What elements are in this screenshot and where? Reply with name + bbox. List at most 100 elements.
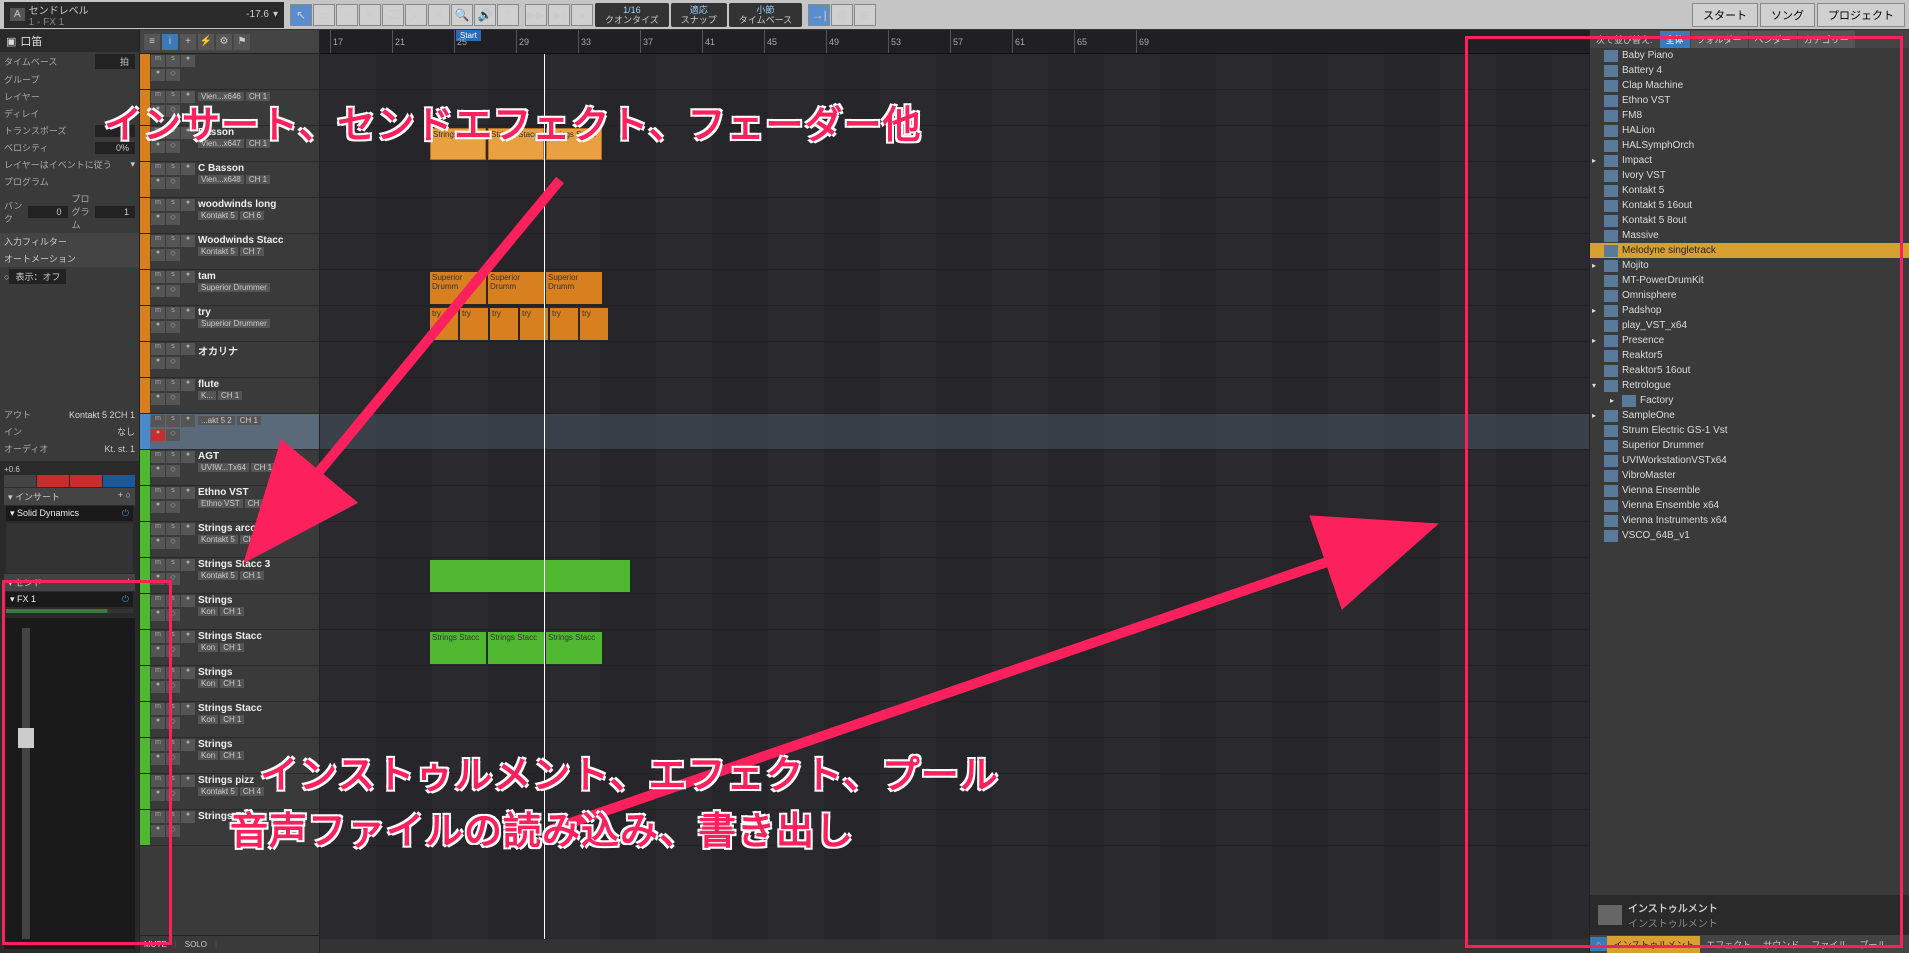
track-routing[interactable]: Kon — [198, 607, 218, 616]
solo-button[interactable]: s — [166, 631, 180, 643]
monitor-button[interactable]: ● — [151, 105, 165, 117]
record-button[interactable]: ● — [181, 595, 195, 607]
browser-item[interactable]: Retrologue — [1590, 378, 1909, 393]
hdr-automation-icon[interactable]: ⚡ — [198, 34, 214, 50]
clip[interactable]: Strings Stacc — [546, 128, 602, 160]
mute-button[interactable]: m — [151, 667, 165, 679]
zoom-tool[interactable]: 🔍 — [451, 4, 473, 26]
song-button[interactable]: ソング — [1760, 3, 1815, 27]
lane-button[interactable]: ◇ — [166, 177, 180, 189]
footer-file[interactable]: ファイル — [1805, 936, 1853, 953]
browser-item[interactable]: Vienna Ensemble x64 — [1590, 498, 1909, 513]
monitor-button[interactable]: ● — [151, 645, 165, 657]
track-row[interactable]: m s ● ● ◇ Basson Vien...x647CH 1 — [140, 126, 319, 162]
browser-item[interactable]: UVIWorkstationVSTx64 — [1590, 453, 1909, 468]
track-routing[interactable]: Kon — [198, 715, 218, 724]
track-routing[interactable]: UVIW...Tx64 — [198, 463, 249, 472]
lane-button[interactable]: ◇ — [166, 537, 180, 549]
record-button[interactable]: ● — [181, 127, 195, 139]
monitor-button[interactable]: ● — [151, 753, 165, 765]
footer-pool[interactable]: プール — [1853, 936, 1892, 953]
solo-button[interactable]: s — [166, 811, 180, 823]
track-routing[interactable]: CH 1 — [220, 679, 244, 688]
lane-button[interactable]: ◇ — [166, 573, 180, 585]
monitor-button[interactable]: ● — [151, 429, 165, 441]
record-button[interactable]: ● — [181, 811, 195, 823]
arrangement-grid[interactable]: Strings StaccStrings StaccStrings StaccS… — [320, 54, 1589, 939]
lane-button[interactable]: ◇ — [166, 69, 180, 81]
solo-button[interactable]: s — [166, 775, 180, 787]
mute-button[interactable]: m — [151, 559, 165, 571]
mute[interactable] — [103, 475, 135, 487]
mute-button[interactable]: m — [151, 235, 165, 247]
grid-row[interactable] — [320, 486, 1589, 522]
mute-button[interactable]: m — [151, 703, 165, 715]
track-routing[interactable]: CH 6 — [240, 211, 264, 220]
track-routing[interactable]: CH 1 — [240, 535, 264, 544]
track-routing[interactable]: CH 7 — [240, 247, 264, 256]
browser-item[interactable]: Kontakt 5 8out — [1590, 213, 1909, 228]
mute-button[interactable]: m — [151, 379, 165, 391]
monitor-button[interactable]: ● — [151, 501, 165, 513]
track-routing[interactable]: Vien...x648 — [198, 175, 244, 184]
browser-item[interactable]: Vienna Ensemble — [1590, 483, 1909, 498]
monitor-button[interactable]: ● — [151, 681, 165, 693]
monitor-button[interactable]: ● — [151, 285, 165, 297]
insert-section[interactable]: ▾ インサート+ ○ — [4, 488, 135, 505]
mute-button[interactable]: m — [151, 91, 165, 103]
monitor-button[interactable]: ● — [151, 393, 165, 405]
monitor-button[interactable]: ● — [151, 141, 165, 153]
range-tool[interactable]: ▭ — [313, 4, 335, 26]
track-row[interactable]: m s ● ● ◇ C Basson Vien...x648CH 1 — [140, 162, 319, 198]
grid-row[interactable] — [320, 198, 1589, 234]
track-routing[interactable]: CH 1 — [246, 175, 270, 184]
record-button[interactable]: ● — [181, 343, 195, 355]
track-row[interactable]: m s ● ● ◇ Woodwinds Stacc Kontakt 5CH 7 — [140, 234, 319, 270]
browser-item[interactable]: SampleOne — [1590, 408, 1909, 423]
track-row[interactable]: m s ● ● ◇ Strings KonCH 1 — [140, 594, 319, 630]
mute-button[interactable]: m — [151, 775, 165, 787]
insp-bank[interactable]: バンク0プログラム1 — [0, 190, 139, 233]
tab-category[interactable]: カテゴリー — [1798, 31, 1855, 48]
insp-timebase[interactable]: タイムベース拍 — [0, 52, 139, 71]
mute-button[interactable]: m — [151, 595, 165, 607]
solo-button[interactable]: s — [166, 55, 180, 67]
solo-button[interactable]: s — [166, 235, 180, 247]
grid-row[interactable] — [320, 810, 1589, 846]
record-button[interactable]: ● — [181, 307, 195, 319]
solo-button[interactable]: s — [166, 739, 180, 751]
mute-button[interactable]: m — [151, 415, 165, 427]
monitor-button[interactable]: ● — [151, 537, 165, 549]
record-button[interactable]: ● — [181, 775, 195, 787]
grid-row[interactable] — [320, 774, 1589, 810]
grid-row[interactable] — [320, 522, 1589, 558]
lane-button[interactable]: ◇ — [166, 789, 180, 801]
arrangement-view[interactable]: Start 1721252933374145495357616569 Strin… — [320, 30, 1589, 953]
solo-button[interactable]: s — [166, 415, 180, 427]
grid-row[interactable] — [320, 702, 1589, 738]
monitor-button[interactable]: ● — [151, 213, 165, 225]
mute-button[interactable]: m — [151, 739, 165, 751]
clip[interactable]: Superior Drumm — [430, 272, 486, 304]
browser-item[interactable]: Superior Drummer — [1590, 438, 1909, 453]
monitor-button[interactable]: ● — [151, 465, 165, 477]
grid-row[interactable] — [320, 594, 1589, 630]
lane-button[interactable]: ◇ — [166, 717, 180, 729]
grid-row[interactable] — [320, 234, 1589, 270]
horizontal-scrollbar[interactable] — [320, 939, 1589, 953]
insp-transpose[interactable]: トランスポーズ0 — [0, 122, 139, 139]
mute-button[interactable]: m — [151, 343, 165, 355]
lane-button[interactable]: ◇ — [166, 357, 180, 369]
clip[interactable]: Superior Drumm — [488, 272, 544, 304]
insp-layer-event[interactable]: レイヤーはイベントに従う▾ — [0, 156, 139, 173]
track-routing[interactable]: CH 1 — [220, 751, 244, 760]
track-routing[interactable]: Kon — [198, 751, 218, 760]
record-arm[interactable] — [37, 475, 69, 487]
track-routing[interactable]: Kontakt 5 — [198, 211, 238, 220]
arrow-tool[interactable]: ↖ — [290, 4, 312, 26]
track-row[interactable]: m s ● ● ◇ — [140, 54, 319, 90]
help-tool[interactable]: ? — [497, 4, 519, 26]
browser-item[interactable]: Reaktor5 — [1590, 348, 1909, 363]
solo-button[interactable]: s — [166, 667, 180, 679]
track-row[interactable]: m s ● ● ◇ woodwinds long Kontakt 5CH 6 — [140, 198, 319, 234]
